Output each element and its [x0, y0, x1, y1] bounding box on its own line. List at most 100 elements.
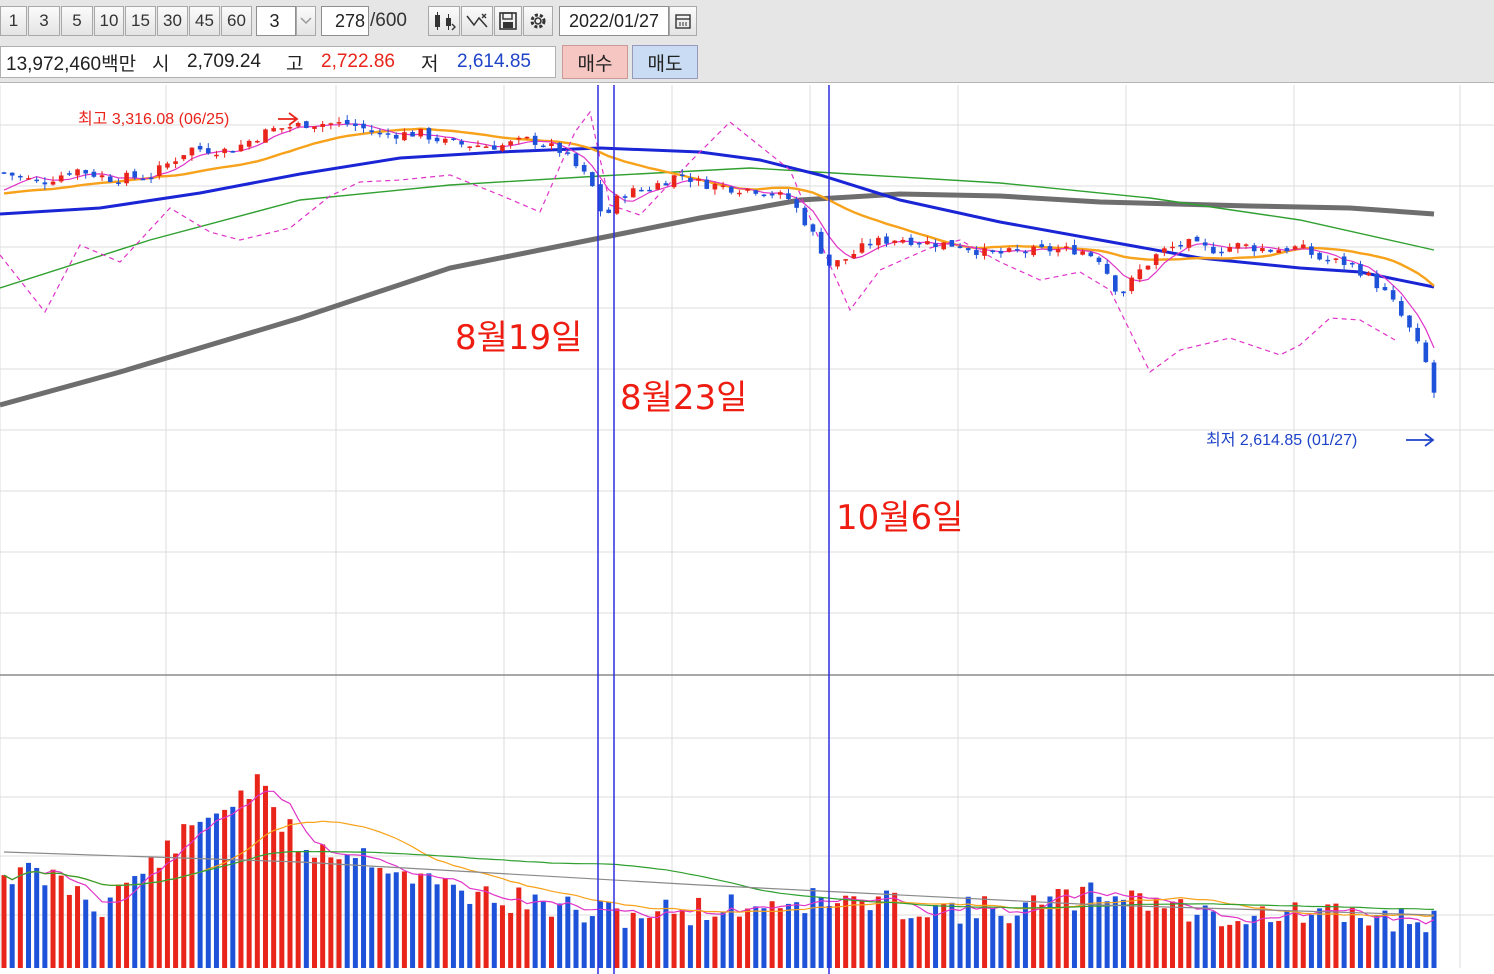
volume-bar	[581, 922, 587, 968]
volume-bar	[9, 884, 15, 968]
volume-bar	[679, 909, 685, 968]
candle-body	[361, 123, 366, 129]
candle-body	[1358, 264, 1363, 276]
candle-body	[655, 183, 661, 190]
low-arrow-icon	[1406, 433, 1435, 447]
interval-input[interactable]: 3	[256, 6, 296, 36]
volume-bar	[1415, 922, 1421, 968]
period-button-1[interactable]: 1	[0, 6, 27, 36]
candle-body	[1276, 250, 1282, 253]
candle-body	[140, 178, 146, 181]
candle-body	[777, 192, 783, 195]
candle-body	[181, 155, 187, 160]
candle-body	[434, 137, 440, 142]
candle-body	[557, 142, 562, 153]
volume-bar	[728, 894, 734, 968]
calendar-icon[interactable]	[669, 6, 697, 36]
volume-bar	[949, 902, 955, 968]
candle-body	[385, 133, 391, 135]
candle-body	[287, 127, 293, 129]
low-value: 2,614.85	[457, 51, 531, 72]
save-icon[interactable]	[494, 6, 522, 36]
volume-bar	[1300, 922, 1306, 968]
candle-body	[802, 207, 808, 226]
volume-bar	[181, 824, 187, 968]
date-input[interactable]: 2022/01/27	[559, 6, 669, 36]
volume-bar	[924, 917, 930, 968]
volume-bar	[998, 915, 1004, 968]
candle-body	[214, 154, 219, 157]
candle-body	[957, 246, 963, 248]
price-chart[interactable]: 최고 3,316.08 (06/25) 최저 2,614.85 (01/27)	[0, 82, 1494, 974]
volume-bar	[851, 896, 857, 968]
volume-bar	[140, 873, 146, 968]
volume-bar	[1202, 905, 1208, 968]
marker-label-oct6: 10월6일	[836, 498, 964, 538]
volume-bar	[704, 919, 710, 968]
candle-body	[1333, 258, 1339, 260]
candle-body	[1390, 290, 1396, 300]
volume-bar	[1259, 906, 1265, 968]
volume-bar	[1366, 925, 1372, 968]
candle-body	[75, 169, 80, 176]
volume-bar	[467, 903, 473, 968]
trend-tool-icon[interactable]	[461, 6, 493, 36]
candle-body	[173, 161, 178, 164]
volume-bar	[434, 884, 440, 968]
period-button-10[interactable]: 10	[94, 6, 124, 36]
volume-bar	[1406, 924, 1412, 968]
period-button-60[interactable]: 60	[221, 6, 252, 36]
candle-body	[851, 254, 857, 259]
volume-bar	[1268, 922, 1274, 968]
candle-body	[1292, 246, 1298, 250]
candle-body	[1162, 248, 1167, 253]
high-annotation: 최고 3,316.08 (06/25)	[78, 110, 229, 128]
candle-body	[1063, 246, 1069, 249]
candle-body	[99, 175, 105, 178]
volume-bar	[328, 857, 334, 968]
period-button-15[interactable]: 15	[125, 6, 156, 36]
candle-body	[590, 172, 595, 187]
candle-body	[639, 189, 644, 192]
period-button-45[interactable]: 45	[189, 6, 220, 36]
volume-bar	[1170, 901, 1176, 968]
volume-bar	[687, 925, 693, 968]
chevron-down-icon[interactable]	[296, 6, 316, 36]
volume-bar	[802, 913, 808, 968]
volume-bar	[1333, 903, 1339, 968]
volume-bar	[1, 875, 7, 968]
candle-body	[1309, 246, 1314, 255]
volume-bar	[17, 867, 23, 968]
candle-body	[630, 188, 636, 198]
candle-body	[304, 121, 309, 129]
candle-body	[189, 147, 195, 156]
volume-bar	[834, 903, 840, 968]
volume-bar	[614, 908, 620, 968]
volume-bar	[589, 916, 595, 968]
period-button-3[interactable]: 3	[28, 6, 60, 36]
count-input[interactable]: 278	[321, 6, 369, 36]
volume-bar	[197, 821, 203, 968]
volume-bar	[712, 916, 718, 968]
candle-body	[998, 250, 1004, 254]
volume-bar	[524, 909, 530, 968]
candle-body	[132, 171, 138, 178]
candle-body	[1325, 259, 1331, 262]
period-button-30[interactable]: 30	[157, 6, 188, 36]
candle-settings-icon[interactable]	[428, 6, 460, 36]
volume-bar	[663, 899, 669, 968]
candle-body	[663, 183, 669, 186]
gear-icon[interactable]	[523, 6, 553, 36]
candle-body	[156, 165, 162, 176]
volume-bar	[1112, 896, 1118, 968]
sell-button[interactable]: 매도	[632, 45, 698, 79]
volume-bar	[459, 890, 465, 968]
period-button-5[interactable]: 5	[61, 6, 93, 36]
volume-bar	[1317, 908, 1323, 968]
volume-bar	[1186, 921, 1192, 968]
candle-body	[483, 146, 489, 148]
volume-bar	[99, 916, 105, 968]
candle-body	[491, 145, 497, 150]
buy-button[interactable]: 매수	[562, 45, 628, 79]
candle-body	[1137, 269, 1143, 280]
